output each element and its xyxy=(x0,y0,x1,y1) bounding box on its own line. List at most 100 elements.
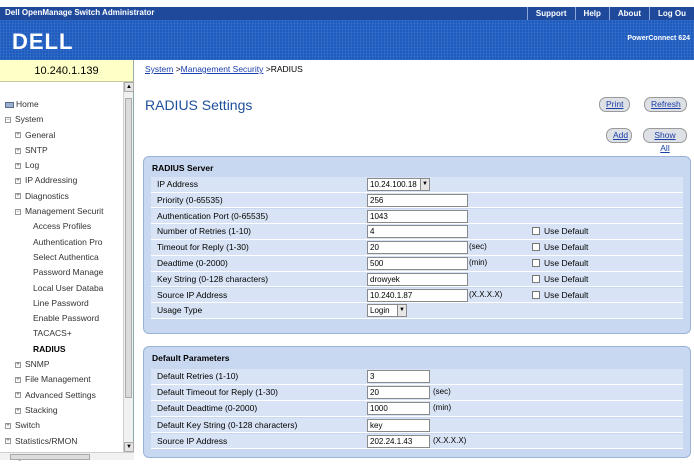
form-row: Authentication Port (0-65535) 1043 xyxy=(151,208,683,225)
use-default-checkbox[interactable] xyxy=(532,227,540,236)
tree-item[interactable]: TACACS+ xyxy=(5,326,123,341)
tree-item-label: System xyxy=(15,114,44,125)
field-value: 20 xyxy=(370,388,379,398)
page-title: RADIUS Settings xyxy=(145,97,253,113)
use-default-label: Use Default xyxy=(544,226,589,237)
tree-item[interactable]: Line Password xyxy=(5,296,123,311)
tree-item[interactable]: Select Authentica xyxy=(5,250,123,265)
unit-label: (X.X.X.X) xyxy=(469,289,503,299)
collapse-icon[interactable]: − xyxy=(5,116,11,123)
logout-link[interactable]: Log Ou xyxy=(649,7,694,20)
breadcrumb-management-security[interactable]: Management Security xyxy=(181,64,264,74)
expand-icon[interactable]: + xyxy=(15,162,21,169)
use-default-checkbox[interactable] xyxy=(532,259,540,267)
text-input[interactable]: 1000 xyxy=(367,402,430,416)
tree-item[interactable]: + IP Addressing xyxy=(5,173,123,188)
text-input[interactable]: 500 xyxy=(367,257,468,270)
tree-item-label: General xyxy=(25,129,56,140)
tree-item-label: Home xyxy=(16,99,39,109)
use-default-checkbox[interactable] xyxy=(532,243,540,252)
tree-item[interactable]: + File Management xyxy=(5,372,123,387)
form-row: IP Address 10.24.100.18 ▼ xyxy=(151,177,683,193)
breadcrumb-separator: > xyxy=(173,64,181,74)
use-default-checkbox[interactable] xyxy=(532,274,540,283)
text-input[interactable]: 3 xyxy=(367,370,430,383)
text-input[interactable]: 10.240.1.87 xyxy=(367,288,468,302)
text-input[interactable]: 20 xyxy=(367,386,430,400)
form-row: Key String (0-128 characters) drowyek Use … xyxy=(151,271,683,288)
select-field[interactable]: Login ▼ xyxy=(367,304,407,318)
help-link[interactable]: Help xyxy=(574,7,609,20)
expand-icon[interactable]: + xyxy=(15,407,21,414)
show-all-button[interactable]: Show All xyxy=(643,128,687,153)
breadcrumb-system[interactable]: System xyxy=(145,64,173,74)
tree-item[interactable]: + Advanced Settings xyxy=(5,388,123,403)
tree-item-label: Diagnostics xyxy=(25,190,69,201)
expand-icon[interactable]: + xyxy=(15,178,21,185)
text-input[interactable]: 20 xyxy=(367,241,468,255)
refresh-button[interactable]: Refresh xyxy=(644,97,687,112)
tree-item-label: File Management xyxy=(25,374,91,385)
select-field[interactable]: 10.24.100.18 ▼ xyxy=(367,178,430,191)
expand-icon[interactable]: + xyxy=(15,147,21,154)
tree-item[interactable]: Enable Password xyxy=(5,311,123,326)
sidebar-horizontal-scrollbar[interactable] xyxy=(0,452,134,460)
tree-item[interactable]: Access Profiles xyxy=(5,219,123,234)
scroll-up-icon[interactable]: ▲ xyxy=(124,82,134,92)
home-icon xyxy=(5,101,14,108)
tree-item[interactable]: + Diagnostics xyxy=(5,189,123,204)
scroll-down-icon[interactable]: ▼ xyxy=(124,442,134,452)
field-value: 4 xyxy=(370,227,375,237)
about-link[interactable]: About xyxy=(608,7,649,20)
text-input[interactable]: key xyxy=(367,418,430,432)
text-input[interactable]: 256 xyxy=(367,193,468,207)
header-banner: DELL PowerConnect 624 xyxy=(0,20,694,60)
unit-label: (sec) xyxy=(469,242,487,252)
scroll-thumb[interactable] xyxy=(125,98,132,398)
tree-item[interactable]: + SNMP xyxy=(5,357,123,372)
expand-icon[interactable]: + xyxy=(15,193,21,200)
form-row: Default Deadtime (0-2000) 1000 (min) xyxy=(151,401,683,417)
tree-item-label: Advanced Settings xyxy=(25,389,96,400)
text-input[interactable]: drowyek xyxy=(367,272,468,286)
expand-icon[interactable]: + xyxy=(5,438,11,445)
dropdown-arrow-icon[interactable]: ▼ xyxy=(397,305,406,317)
expand-icon[interactable]: + xyxy=(15,132,21,139)
tree-item[interactable]: Local User Databa xyxy=(5,281,123,296)
support-link[interactable]: Support xyxy=(526,7,575,20)
print-button[interactable]: Print xyxy=(599,97,630,112)
tree-item[interactable]: Password Manage xyxy=(5,265,123,280)
tree-item[interactable]: Authentication Pro xyxy=(5,235,123,250)
tree-item[interactable]: + Log xyxy=(5,158,123,173)
tree-item[interactable]: + Statistics/RMON xyxy=(5,434,123,449)
tree-item-label: IP Addressing xyxy=(25,175,78,186)
tree-item[interactable]: Home xyxy=(5,97,123,112)
tree-item-label: Stacking xyxy=(25,404,58,415)
text-input[interactable]: 202.24.1.43 xyxy=(367,434,430,448)
dell-logo: DELL xyxy=(12,29,74,54)
tree-item[interactable]: + Switch xyxy=(5,418,123,433)
expand-icon[interactable]: + xyxy=(15,361,21,368)
field-value: Login xyxy=(370,306,390,316)
add-button[interactable]: Add xyxy=(606,128,632,143)
tree-item[interactable]: RADIUS xyxy=(5,342,123,357)
collapse-icon[interactable]: − xyxy=(15,208,21,215)
tree-item[interactable]: + Stacking xyxy=(5,403,123,418)
text-input[interactable]: 4 xyxy=(367,225,468,239)
expand-icon[interactable]: + xyxy=(15,376,21,383)
hscroll-thumb[interactable] xyxy=(10,454,90,460)
tree-item[interactable]: − System xyxy=(5,112,123,127)
expand-icon[interactable]: + xyxy=(5,422,11,429)
expand-icon[interactable]: + xyxy=(15,392,21,399)
form-row: Default Key String (0-128 characters) key xyxy=(151,417,683,434)
dropdown-arrow-icon[interactable]: ▼ xyxy=(420,179,429,190)
tree-item[interactable]: + SNTP xyxy=(5,143,123,158)
field-label: Default Timeout for Reply (1-30) xyxy=(157,387,278,398)
use-default-checkbox[interactable] xyxy=(532,290,540,299)
use-default-label: Use Default xyxy=(544,289,589,300)
text-input[interactable]: 1043 xyxy=(367,209,468,223)
form-row: Number of Retries (1-10) 4 Use Default xyxy=(151,224,683,240)
tree-item[interactable]: − Management Securit xyxy=(5,204,123,219)
sidebar-vertical-scrollbar[interactable]: ▲ ▼ xyxy=(123,82,134,452)
tree-item[interactable]: + General xyxy=(5,128,123,143)
